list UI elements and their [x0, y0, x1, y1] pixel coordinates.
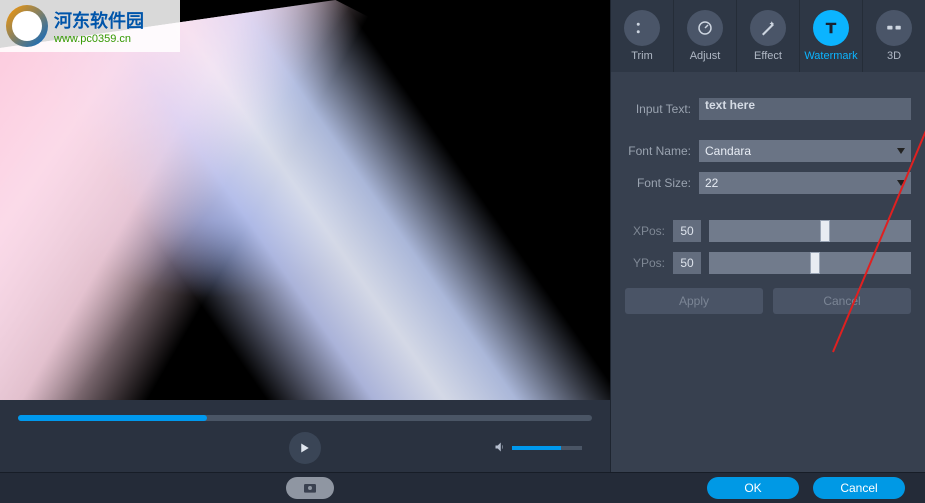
- font-name-select[interactable]: Candara: [699, 140, 911, 162]
- logo-icon: [6, 5, 48, 47]
- font-size-value: 22: [705, 176, 718, 190]
- tab-effect-label: Effect: [754, 50, 782, 62]
- chevron-down-icon: [897, 180, 905, 186]
- tab-3d[interactable]: 3D: [863, 0, 925, 72]
- xpos-label: XPos:: [625, 224, 665, 238]
- scissors-icon: [624, 10, 660, 46]
- apply-button[interactable]: Apply: [625, 288, 763, 314]
- snapshot-button[interactable]: [286, 477, 334, 499]
- font-name-value: Candara: [705, 144, 751, 158]
- tab-effect[interactable]: Effect: [737, 0, 800, 72]
- font-size-select[interactable]: 22: [699, 172, 911, 194]
- seek-slider[interactable]: [18, 415, 592, 421]
- ypos-slider[interactable]: [709, 252, 911, 274]
- tab-adjust[interactable]: Adjust: [674, 0, 737, 72]
- xpos-value: 50: [673, 220, 701, 242]
- logo-text-url: www.pc0359.cn: [54, 33, 144, 45]
- video-preview: [0, 0, 610, 400]
- ypos-label: YPos:: [625, 256, 665, 270]
- glasses-icon: [876, 10, 912, 46]
- play-button[interactable]: [289, 432, 321, 464]
- site-logo: 河东软件园 www.pc0359.cn: [0, 0, 180, 52]
- watermark-text-input[interactable]: text here: [699, 98, 911, 120]
- volume-slider[interactable]: [512, 446, 582, 450]
- tab-3d-label: 3D: [887, 50, 901, 62]
- tab-trim-label: Trim: [631, 50, 653, 62]
- font-size-label: Font Size:: [625, 176, 691, 190]
- dial-icon: [687, 10, 723, 46]
- logo-text-cn: 河东软件园: [54, 7, 144, 33]
- panel-cancel-button[interactable]: Cancel: [773, 288, 911, 314]
- ok-button[interactable]: OK: [707, 477, 799, 499]
- xpos-slider[interactable]: [709, 220, 911, 242]
- input-text-label: Input Text:: [625, 102, 691, 116]
- ypos-value: 50: [673, 252, 701, 274]
- tab-adjust-label: Adjust: [690, 50, 721, 62]
- tab-watermark-label: Watermark: [804, 50, 857, 62]
- cancel-button[interactable]: Cancel: [813, 477, 905, 499]
- tab-trim[interactable]: Trim: [611, 0, 674, 72]
- wand-icon: [750, 10, 786, 46]
- font-name-label: Font Name:: [625, 144, 691, 158]
- text-icon: [813, 10, 849, 46]
- volume-icon[interactable]: [494, 441, 506, 456]
- chevron-down-icon: [897, 148, 905, 154]
- tab-watermark[interactable]: Watermark: [800, 0, 863, 72]
